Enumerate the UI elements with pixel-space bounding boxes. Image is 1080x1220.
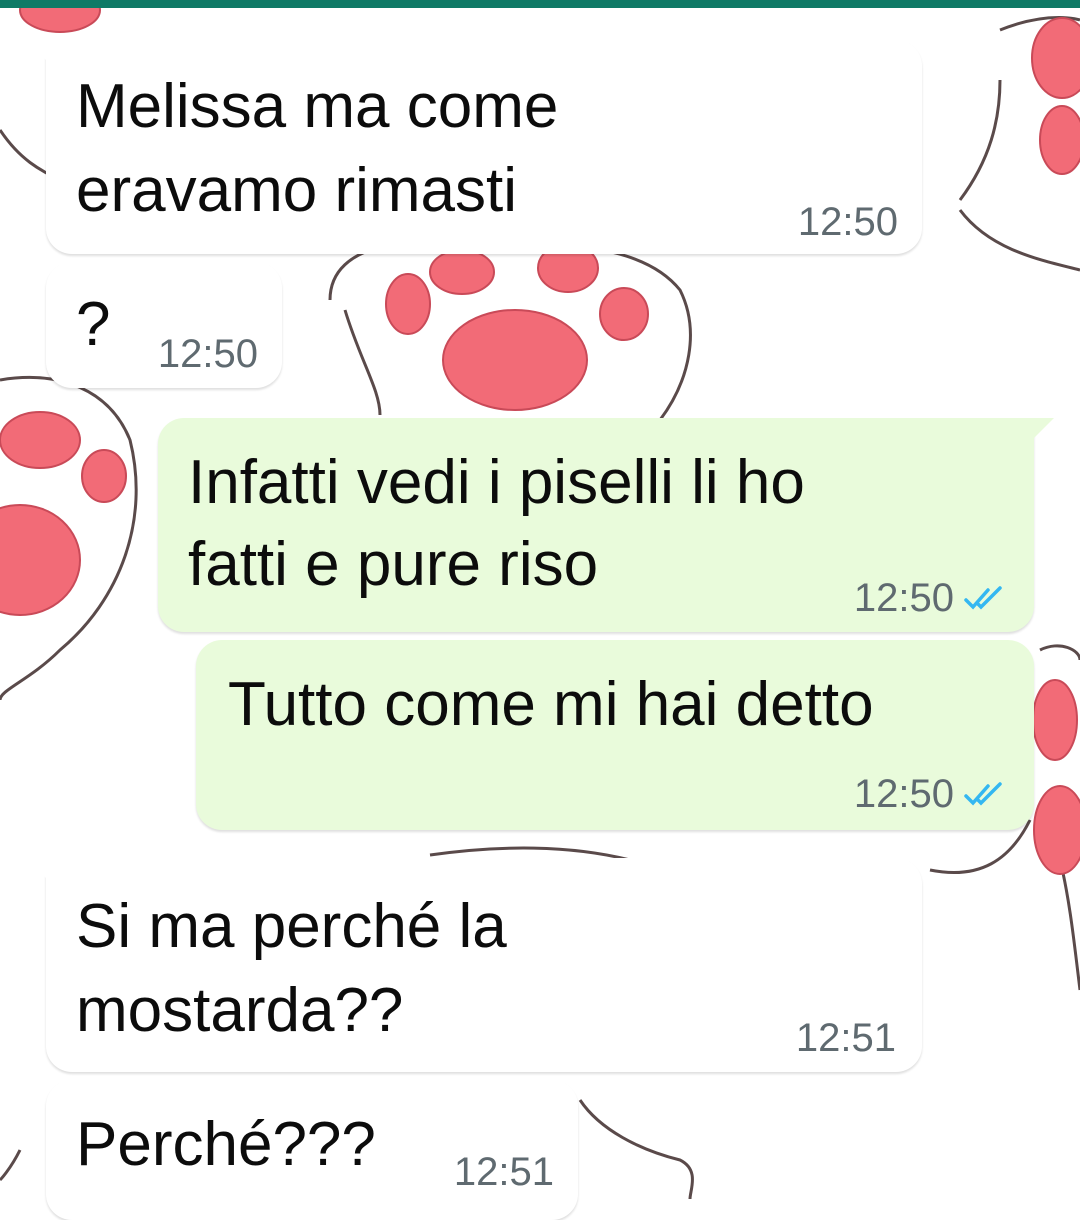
- message-time: 12:51: [453, 1150, 554, 1194]
- message-text-line: Perché???: [76, 1110, 376, 1179]
- message-text-line: Si ma perché la: [76, 892, 507, 961]
- message-text-line: Melissa ma come: [76, 72, 559, 141]
- message-text-line: mostarda??: [76, 976, 404, 1045]
- double-check-read-icon: [964, 782, 1002, 806]
- outgoing-message-bubble[interactable]: Infatti vedi i piselli li ho fatti e pur…: [158, 418, 1054, 632]
- message-text-line: Infatti vedi i piselli li ho: [188, 448, 805, 517]
- message-time: 12:51: [795, 1016, 896, 1060]
- incoming-message-bubble[interactable]: ? 12:50: [46, 262, 282, 388]
- message-time: 12:50: [797, 200, 898, 244]
- bubble-tail: [1032, 418, 1054, 440]
- message-time: 12:50: [157, 332, 258, 376]
- app-header-strip: [0, 0, 1080, 8]
- bubble-tail: [26, 40, 48, 62]
- outgoing-message-bubble[interactable]: Tutto come mi hai detto 12:50: [196, 640, 1034, 830]
- double-check-read-icon: [964, 586, 1002, 610]
- message-text-line: ?: [76, 290, 111, 359]
- message-time: 12:50: [853, 576, 954, 620]
- message-text-line: eravamo rimasti: [76, 156, 517, 225]
- bubble-tail: [26, 858, 48, 880]
- incoming-message-bubble[interactable]: Si ma perché la mostarda?? 12:51: [26, 858, 922, 1072]
- incoming-message-bubble[interactable]: Perché??? 12:51: [46, 1080, 578, 1220]
- message-text-line: fatti e pure riso: [188, 530, 599, 599]
- incoming-message-bubble[interactable]: Melissa ma come eravamo rimasti 12:50: [26, 40, 922, 254]
- message-time: 12:50: [853, 772, 954, 816]
- message-text-line: Tutto come mi hai detto: [228, 670, 874, 739]
